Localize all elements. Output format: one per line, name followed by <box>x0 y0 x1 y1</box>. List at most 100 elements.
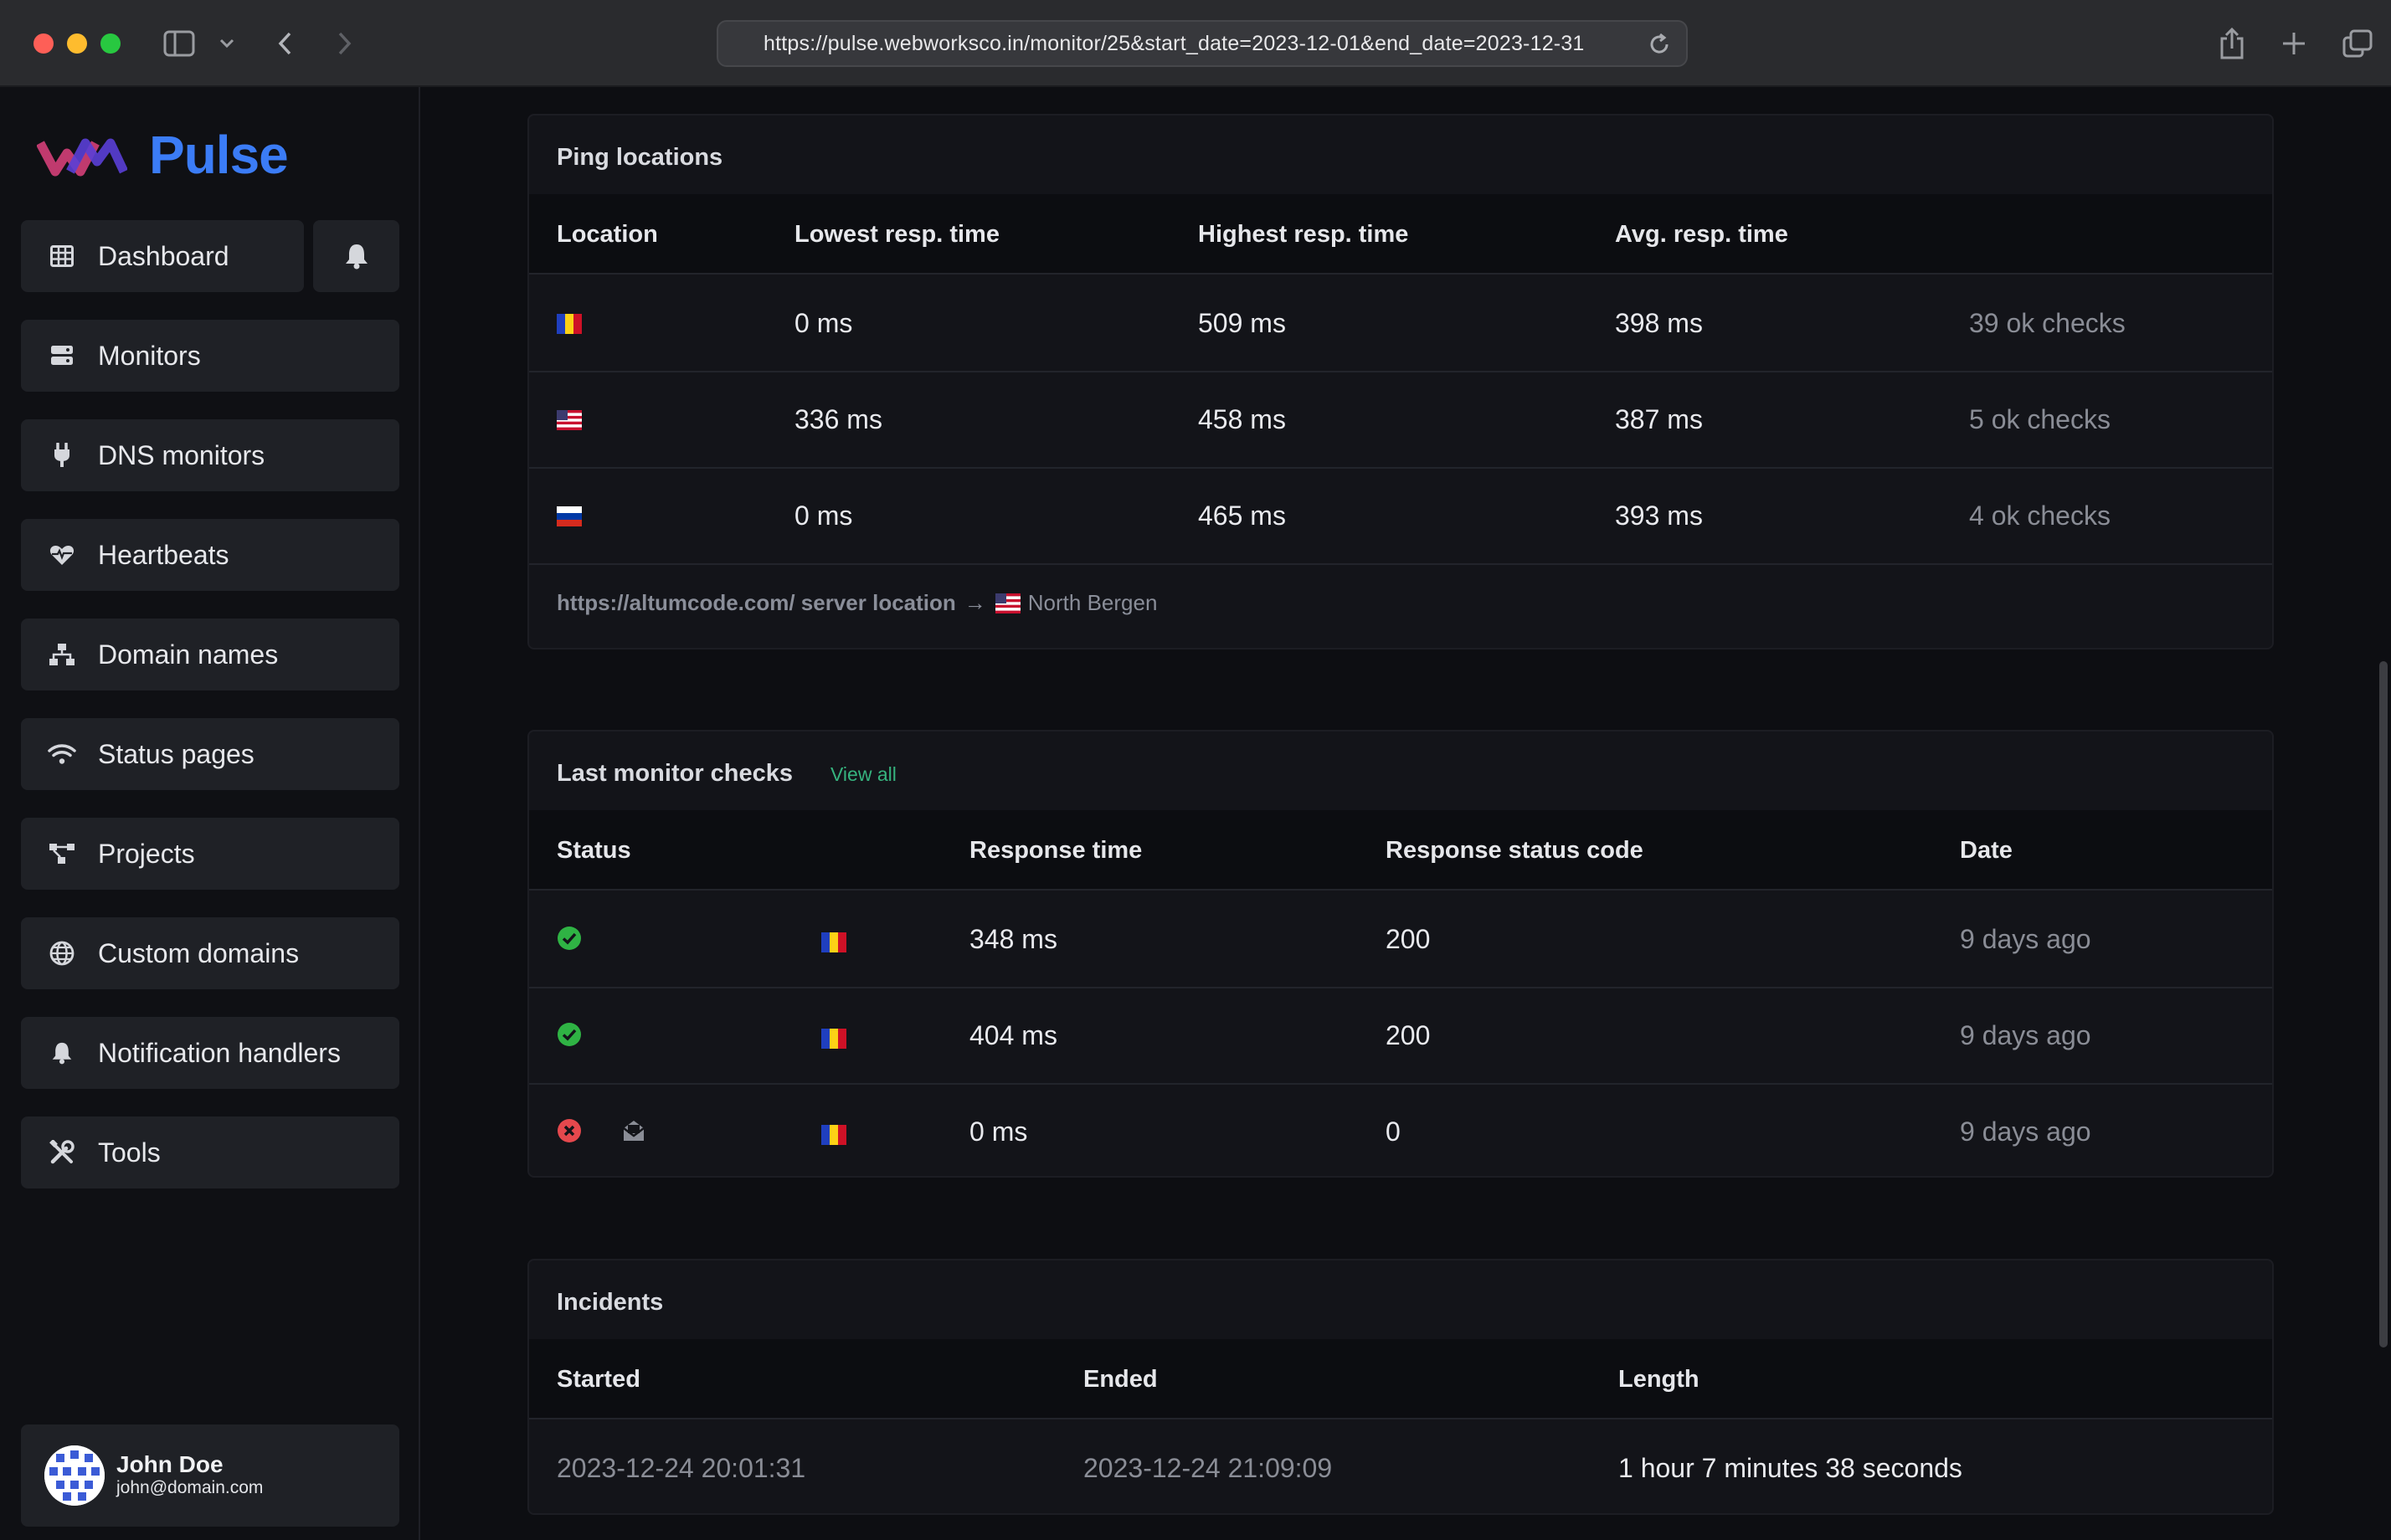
flag-romania-icon <box>557 314 582 334</box>
sidebar-item-label: Monitors <box>98 340 201 371</box>
minimize-window-button[interactable] <box>67 33 87 54</box>
wifi-icon <box>48 740 76 768</box>
avg-time: 398 ms <box>1615 308 1703 338</box>
sidebar-item-dashboard[interactable]: Dashboard <box>21 220 304 292</box>
incident-length: 1 hour 7 minutes 38 seconds <box>1618 1453 1962 1483</box>
column-header: Date <box>1960 837 2013 864</box>
sidebar-item-status-pages[interactable]: Status pages <box>21 718 399 790</box>
address-bar[interactable]: https://pulse.webworksco.in/monitor/25&s… <box>717 20 1688 67</box>
table-row: 0 ms 465 ms 393 ms 4 ok checks <box>529 469 2272 565</box>
server-location-link[interactable]: https://altumcode.com/ server location <box>557 590 956 616</box>
table-header: Started Ended Length <box>529 1339 2272 1419</box>
flag-romania-icon <box>821 932 846 952</box>
column-header: Response time <box>969 837 1143 864</box>
browser-toolbar: https://pulse.webworksco.in/monitor/25&s… <box>0 0 2391 87</box>
reload-icon[interactable] <box>1648 33 1671 62</box>
sidebar-item-label: Status pages <box>98 738 255 769</box>
check-date: 9 days ago <box>1960 924 2091 954</box>
share-icon[interactable] <box>2215 25 2249 62</box>
highest-time: 509 ms <box>1198 308 1286 338</box>
network-icon <box>48 640 76 669</box>
flag-united-states-icon <box>557 410 582 430</box>
user-name: John Doe <box>116 1451 224 1477</box>
card-title: Incidents <box>557 1289 664 1316</box>
table-row: 336 ms 458 ms 387 ms 5 ok checks <box>529 372 2272 469</box>
sidebar-item-heartbeats[interactable]: Heartbeats <box>21 519 399 591</box>
column-header: Status <box>557 837 631 864</box>
check-date: 9 days ago <box>1960 1020 2091 1050</box>
sidebar-item-label: DNS monitors <box>98 439 265 470</box>
back-icon[interactable] <box>273 25 296 62</box>
envelope-open-icon[interactable] <box>621 1118 646 1143</box>
close-window-button[interactable] <box>33 33 54 54</box>
new-tab-icon[interactable] <box>2277 25 2311 62</box>
incident-ended: 2023-12-24 21:09:09 <box>1083 1453 1333 1483</box>
url-text: https://pulse.webworksco.in/monitor/25&s… <box>764 31 1585 55</box>
highest-time: 465 ms <box>1198 501 1286 531</box>
user-email: john@domain.com <box>116 1478 264 1497</box>
plug-icon <box>48 441 76 470</box>
table-row: 2023-12-24 20:01:31 2023-12-24 21:09:09 … <box>529 1421 2272 1513</box>
sidebar-item-label: Dashboard <box>98 240 229 271</box>
ok-checks: 39 ok checks <box>1969 308 2126 338</box>
pulse-logo-icon <box>37 138 127 177</box>
tools-icon <box>48 1138 76 1167</box>
lowest-time: 0 ms <box>794 308 853 338</box>
sidebar-item-projects[interactable]: Projects <box>21 818 399 890</box>
card-title: Ping locations <box>557 144 723 171</box>
flag-romania-icon <box>821 1125 846 1145</box>
response-time: 0 ms <box>969 1116 1028 1147</box>
table-header: Status Response time Response status cod… <box>529 810 2272 891</box>
ok-checks: 5 ok checks <box>1969 404 2111 434</box>
table-header: Location Lowest resp. time Highest resp.… <box>529 194 2272 275</box>
sidebar-item-label: Domain names <box>98 639 279 670</box>
table-row: 0 ms 0 9 days ago <box>529 1085 2272 1176</box>
flag-russia-icon <box>557 506 582 526</box>
sidebar-item-label: Custom domains <box>98 937 300 968</box>
view-all-link[interactable]: View all <box>830 763 897 786</box>
arrow-right-icon: → <box>964 590 986 615</box>
project-diagram-icon <box>48 839 76 868</box>
sidebar-item-notification-handlers[interactable]: Notification handlers <box>21 1017 399 1089</box>
ok-checks: 4 ok checks <box>1969 501 2111 531</box>
check-date: 9 days ago <box>1960 1116 2091 1147</box>
sidebar-item-custom-domains[interactable]: Custom domains <box>21 917 399 989</box>
column-header: Lowest resp. time <box>794 221 1000 248</box>
user-profile-card[interactable]: John Doe john@domain.com <box>21 1424 399 1527</box>
lowest-time: 336 ms <box>794 404 882 434</box>
tab-overview-icon[interactable] <box>2341 25 2374 62</box>
sidebar-item-label: Heartbeats <box>98 539 229 570</box>
column-header: Started <box>557 1366 640 1393</box>
incidents-card: Incidents Started Ended Length 2023-12-2… <box>527 1259 2274 1515</box>
sidebar-item-label: Notification handlers <box>98 1037 341 1068</box>
table-icon <box>48 242 76 270</box>
column-header: Length <box>1618 1366 1699 1393</box>
sidebar-item-label: Tools <box>98 1137 161 1168</box>
flag-romania-icon <box>821 1029 846 1049</box>
sidebar-item-dns-monitors[interactable]: DNS monitors <box>21 419 399 491</box>
forward-icon[interactable] <box>333 25 357 62</box>
response-time: 404 ms <box>969 1020 1057 1050</box>
sidebar-item-domain-names[interactable]: Domain names <box>21 619 399 690</box>
table-row: 0 ms 509 ms 398 ms 39 ok checks <box>529 276 2272 372</box>
avg-time: 393 ms <box>1615 501 1703 531</box>
chevron-down-icon[interactable] <box>218 25 236 62</box>
status-code: 200 <box>1386 924 1431 954</box>
highest-time: 458 ms <box>1198 404 1286 434</box>
sidebar-item-monitors[interactable]: Monitors <box>21 320 399 392</box>
status-code: 0 <box>1386 1116 1401 1147</box>
table-row: 404 ms 200 9 days ago <box>529 988 2272 1085</box>
column-header: Highest resp. time <box>1198 221 1409 248</box>
ping-locations-card: Ping locations Location Lowest resp. tim… <box>527 114 2274 649</box>
error-circle-icon <box>558 1119 581 1142</box>
brand-logo[interactable]: Pulse <box>37 124 289 186</box>
status-code: 200 <box>1386 1020 1431 1050</box>
page-scrollbar[interactable] <box>2379 661 2388 1348</box>
sidebar-item-tools[interactable]: Tools <box>21 1116 399 1188</box>
notifications-button[interactable] <box>313 220 399 292</box>
brand-name: Pulse <box>149 125 289 185</box>
sidebar-toggle-icon[interactable] <box>162 25 196 62</box>
maximize-window-button[interactable] <box>100 33 121 54</box>
server-location-note: https://altumcode.com/ server location →… <box>557 590 1157 616</box>
avg-time: 387 ms <box>1615 404 1703 434</box>
